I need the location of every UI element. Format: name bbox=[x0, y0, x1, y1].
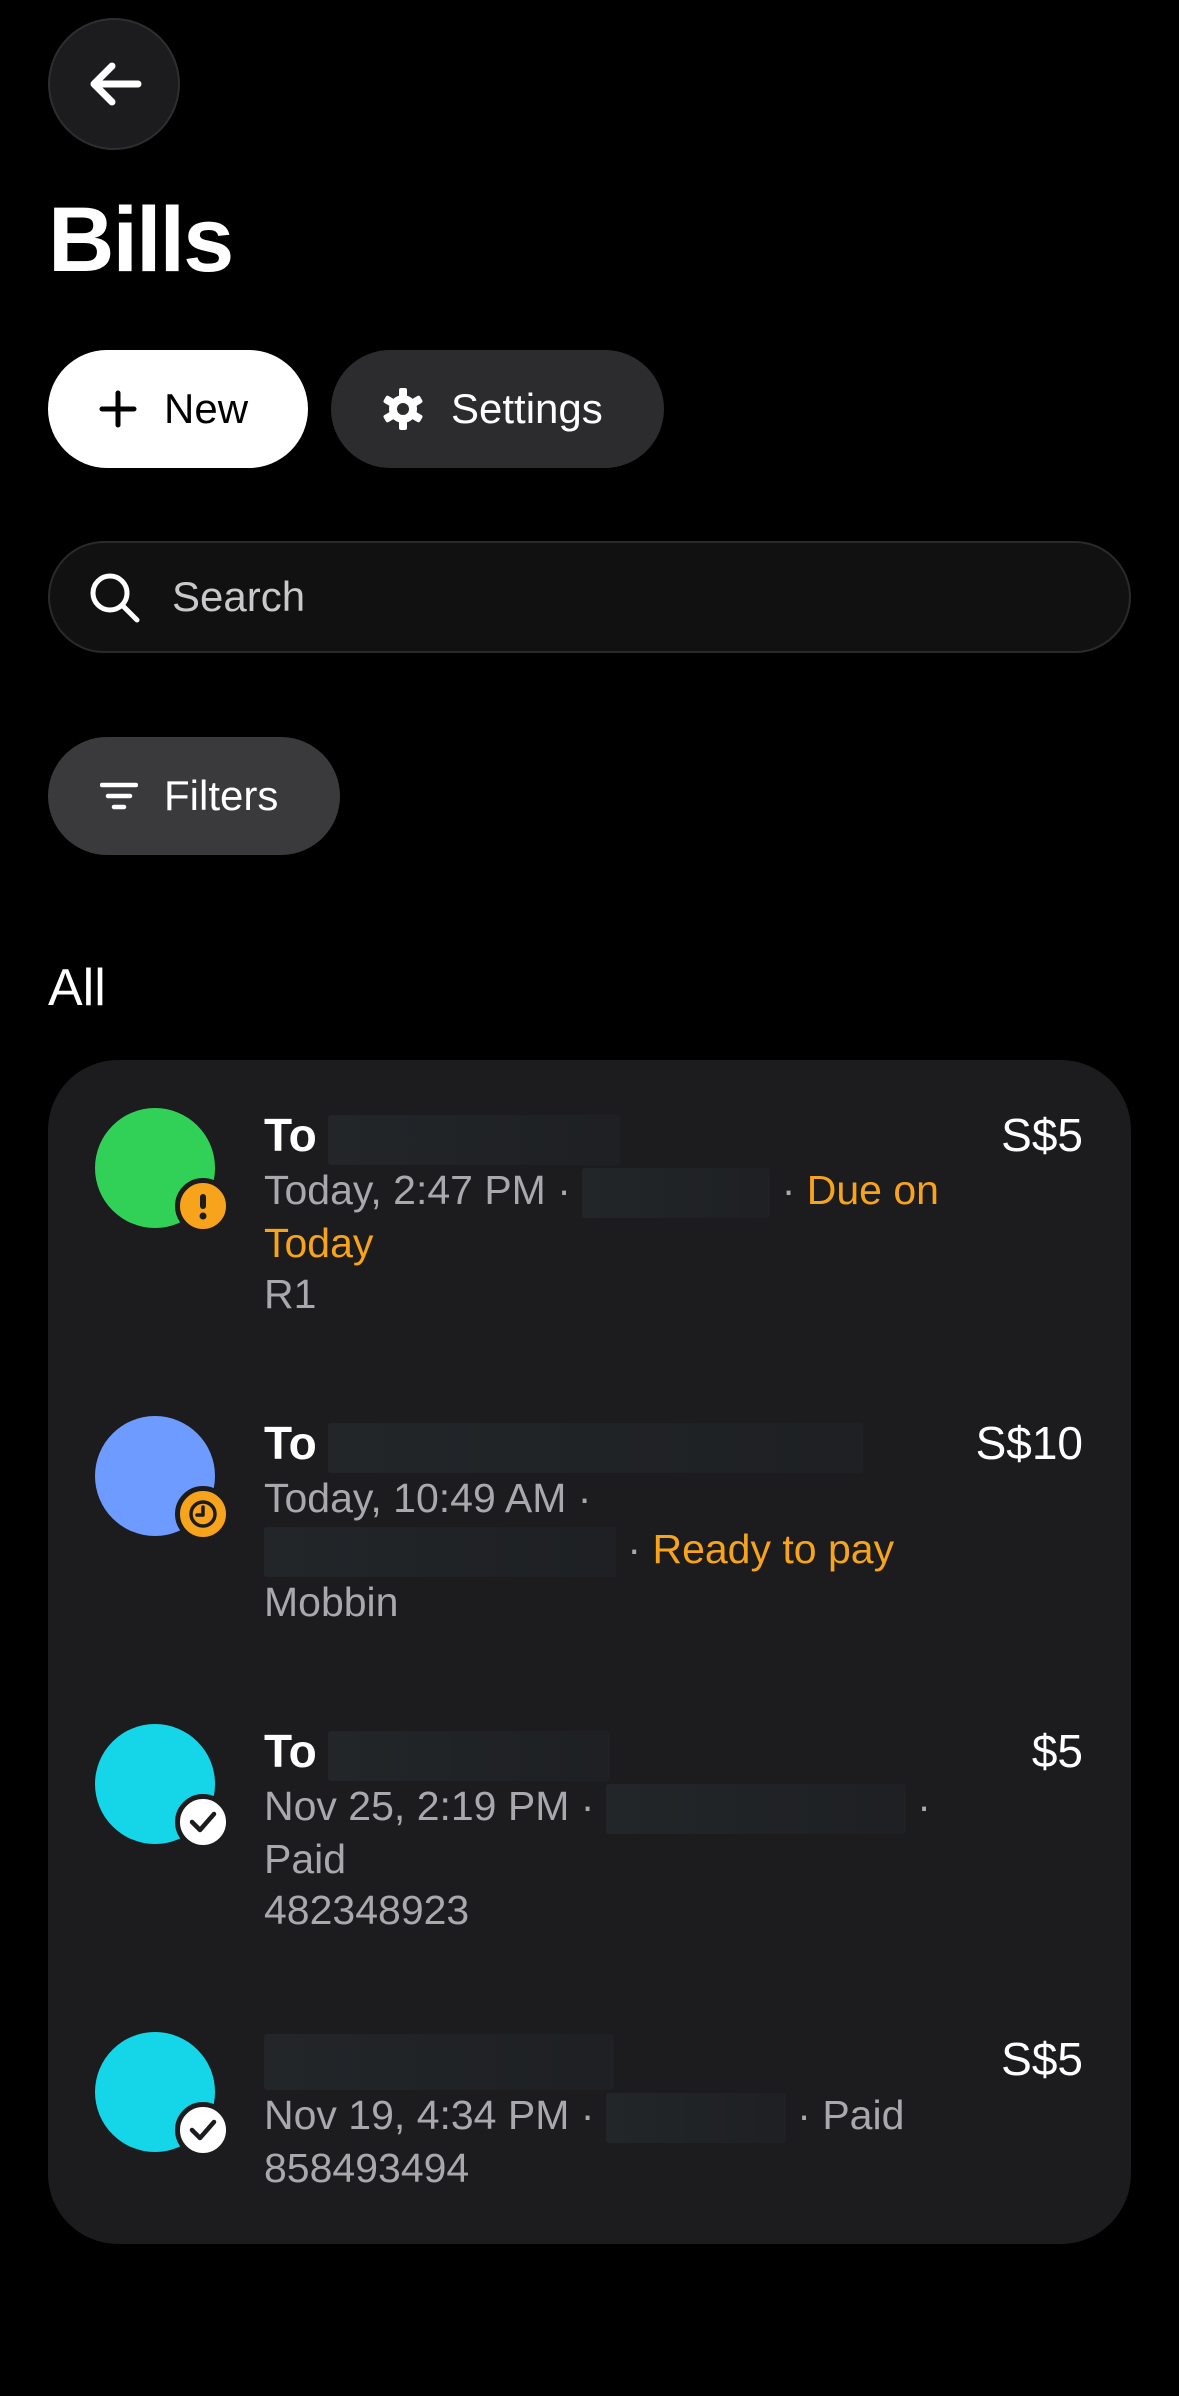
arrow-left-icon bbox=[86, 61, 142, 107]
bill-row[interactable]: Nov 19, 4:34 PM · · Paid 858493494 S$5 bbox=[48, 2032, 1131, 2202]
page-title: Bills bbox=[48, 189, 234, 291]
filter-icon bbox=[100, 781, 138, 811]
bill-datetime: Today, 2:47 PM · bbox=[264, 1167, 571, 1214]
bill-row[interactable]: To Nov 25, 2:19 PM · · Paid 482348923 $5 bbox=[48, 1724, 1131, 1944]
bill-reference: 482348923 bbox=[264, 1887, 470, 1934]
plus-icon bbox=[98, 389, 138, 429]
bill-details: To Today, 2:47 PM · · Due on Today R1 bbox=[264, 1110, 964, 1320]
bill-reference: 858493494 bbox=[264, 2145, 470, 2192]
bill-amount: $5 bbox=[1031, 1725, 1083, 1777]
search-input[interactable] bbox=[172, 573, 1072, 621]
bill-status: Ready to pay bbox=[652, 1526, 895, 1573]
bill-datetime: Today, 10:49 AM · bbox=[264, 1475, 592, 1522]
search-bar[interactable] bbox=[48, 541, 1131, 653]
redacted-account bbox=[605, 2093, 786, 2144]
check-icon bbox=[175, 1794, 231, 1850]
exclamation-icon bbox=[175, 1178, 231, 1234]
bill-amount: S$5 bbox=[1001, 1109, 1083, 1161]
bill-recipient-prefix: To bbox=[264, 1109, 317, 1161]
back-button[interactable] bbox=[48, 18, 180, 150]
redacted-account bbox=[605, 1784, 906, 1835]
bill-status: Paid bbox=[264, 1836, 347, 1883]
bill-status: Paid bbox=[822, 2092, 905, 2139]
filters-button[interactable]: Filters bbox=[48, 737, 340, 855]
bill-reference: Mobbin bbox=[264, 1579, 399, 1626]
redacted-recipient bbox=[328, 1423, 864, 1474]
section-label-all: All bbox=[48, 959, 106, 1017]
bill-details: To Today, 10:49 AM · · Ready to pay Mobb… bbox=[264, 1418, 964, 1628]
bill-amount: S$5 bbox=[1001, 2033, 1083, 2085]
bill-amount: S$10 bbox=[975, 1417, 1083, 1469]
check-icon bbox=[175, 2102, 231, 2158]
redacted-recipient bbox=[328, 1115, 621, 1166]
bill-separator: · bbox=[781, 1167, 796, 1214]
bill-datetime: Nov 25, 2:19 PM · bbox=[264, 1783, 595, 1830]
new-button-label: New bbox=[164, 385, 249, 432]
redacted-recipient bbox=[328, 1731, 611, 1782]
bill-reference: R1 bbox=[264, 1271, 317, 1318]
bill-row[interactable]: To Today, 10:49 AM · · Ready to pay Mobb… bbox=[48, 1416, 1131, 1636]
redacted-recipient bbox=[264, 2034, 614, 2091]
redacted-account bbox=[582, 1168, 771, 1219]
bill-recipient-prefix: To bbox=[264, 1417, 317, 1469]
filters-button-label: Filters bbox=[164, 772, 279, 819]
bill-separator: · bbox=[917, 1783, 931, 1830]
bill-details: To Nov 25, 2:19 PM · · Paid 482348923 bbox=[264, 1726, 964, 1936]
bill-recipient-prefix: To bbox=[264, 1725, 317, 1777]
bill-details: Nov 19, 4:34 PM · · Paid 858493494 bbox=[264, 2034, 964, 2194]
clock-icon bbox=[175, 1486, 231, 1542]
bills-list: To Today, 2:47 PM · · Due on Today R1 S$… bbox=[48, 1060, 1131, 2244]
settings-button-label: Settings bbox=[451, 385, 603, 432]
bill-separator: · bbox=[797, 2092, 811, 2139]
bill-datetime: Nov 19, 4:34 PM · bbox=[264, 2092, 595, 2139]
bill-row[interactable]: To Today, 2:47 PM · · Due on Today R1 S$… bbox=[48, 1108, 1131, 1328]
new-bill-button[interactable]: New bbox=[48, 350, 308, 468]
search-icon bbox=[86, 569, 142, 625]
settings-button[interactable]: Settings bbox=[331, 350, 664, 468]
redacted-account bbox=[264, 1527, 616, 1578]
gear-icon bbox=[381, 387, 425, 431]
bill-separator: · bbox=[627, 1526, 642, 1573]
